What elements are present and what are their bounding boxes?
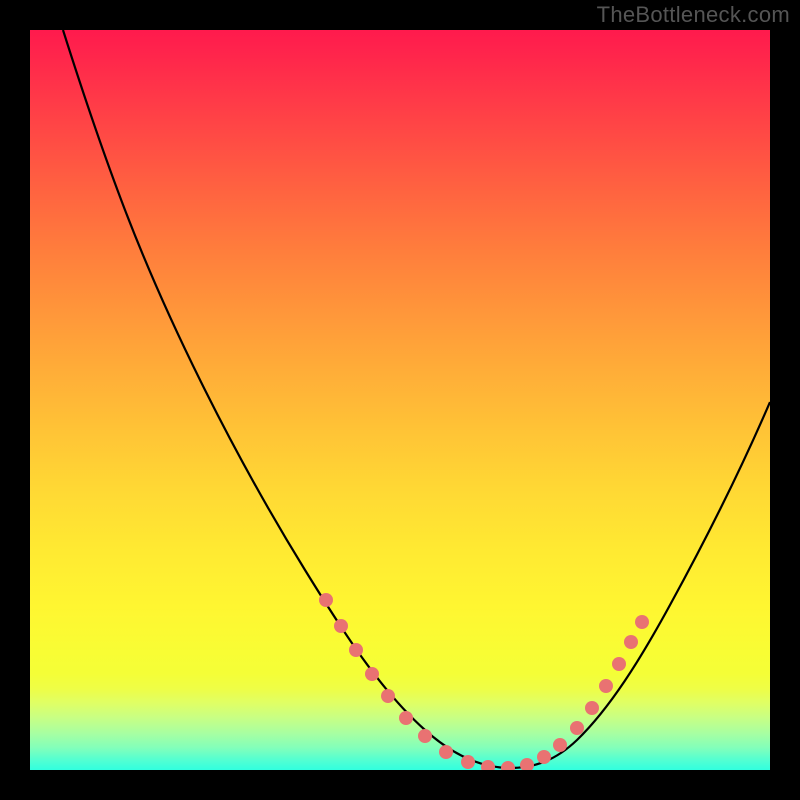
watermark-text: TheBottleneck.com <box>597 2 790 28</box>
marker-point <box>520 758 534 770</box>
marker-point <box>334 619 348 633</box>
marker-point <box>418 729 432 743</box>
marker-point <box>501 761 515 770</box>
marker-point <box>399 711 413 725</box>
marker-point <box>635 615 649 629</box>
marker-point <box>381 689 395 703</box>
marker-point <box>585 701 599 715</box>
plot-area <box>30 30 770 770</box>
bottleneck-curve <box>63 30 770 768</box>
marker-point <box>481 760 495 770</box>
marker-point <box>537 750 551 764</box>
chart-stage: TheBottleneck.com <box>0 0 800 800</box>
marker-point <box>599 679 613 693</box>
marker-point <box>553 738 567 752</box>
marker-point <box>612 657 626 671</box>
marker-point <box>319 593 333 607</box>
marker-point <box>349 643 363 657</box>
curve-layer <box>30 30 770 770</box>
marker-point <box>439 745 453 759</box>
marker-point <box>570 721 584 735</box>
marker-point <box>461 755 475 769</box>
marker-point <box>365 667 379 681</box>
marker-point <box>624 635 638 649</box>
